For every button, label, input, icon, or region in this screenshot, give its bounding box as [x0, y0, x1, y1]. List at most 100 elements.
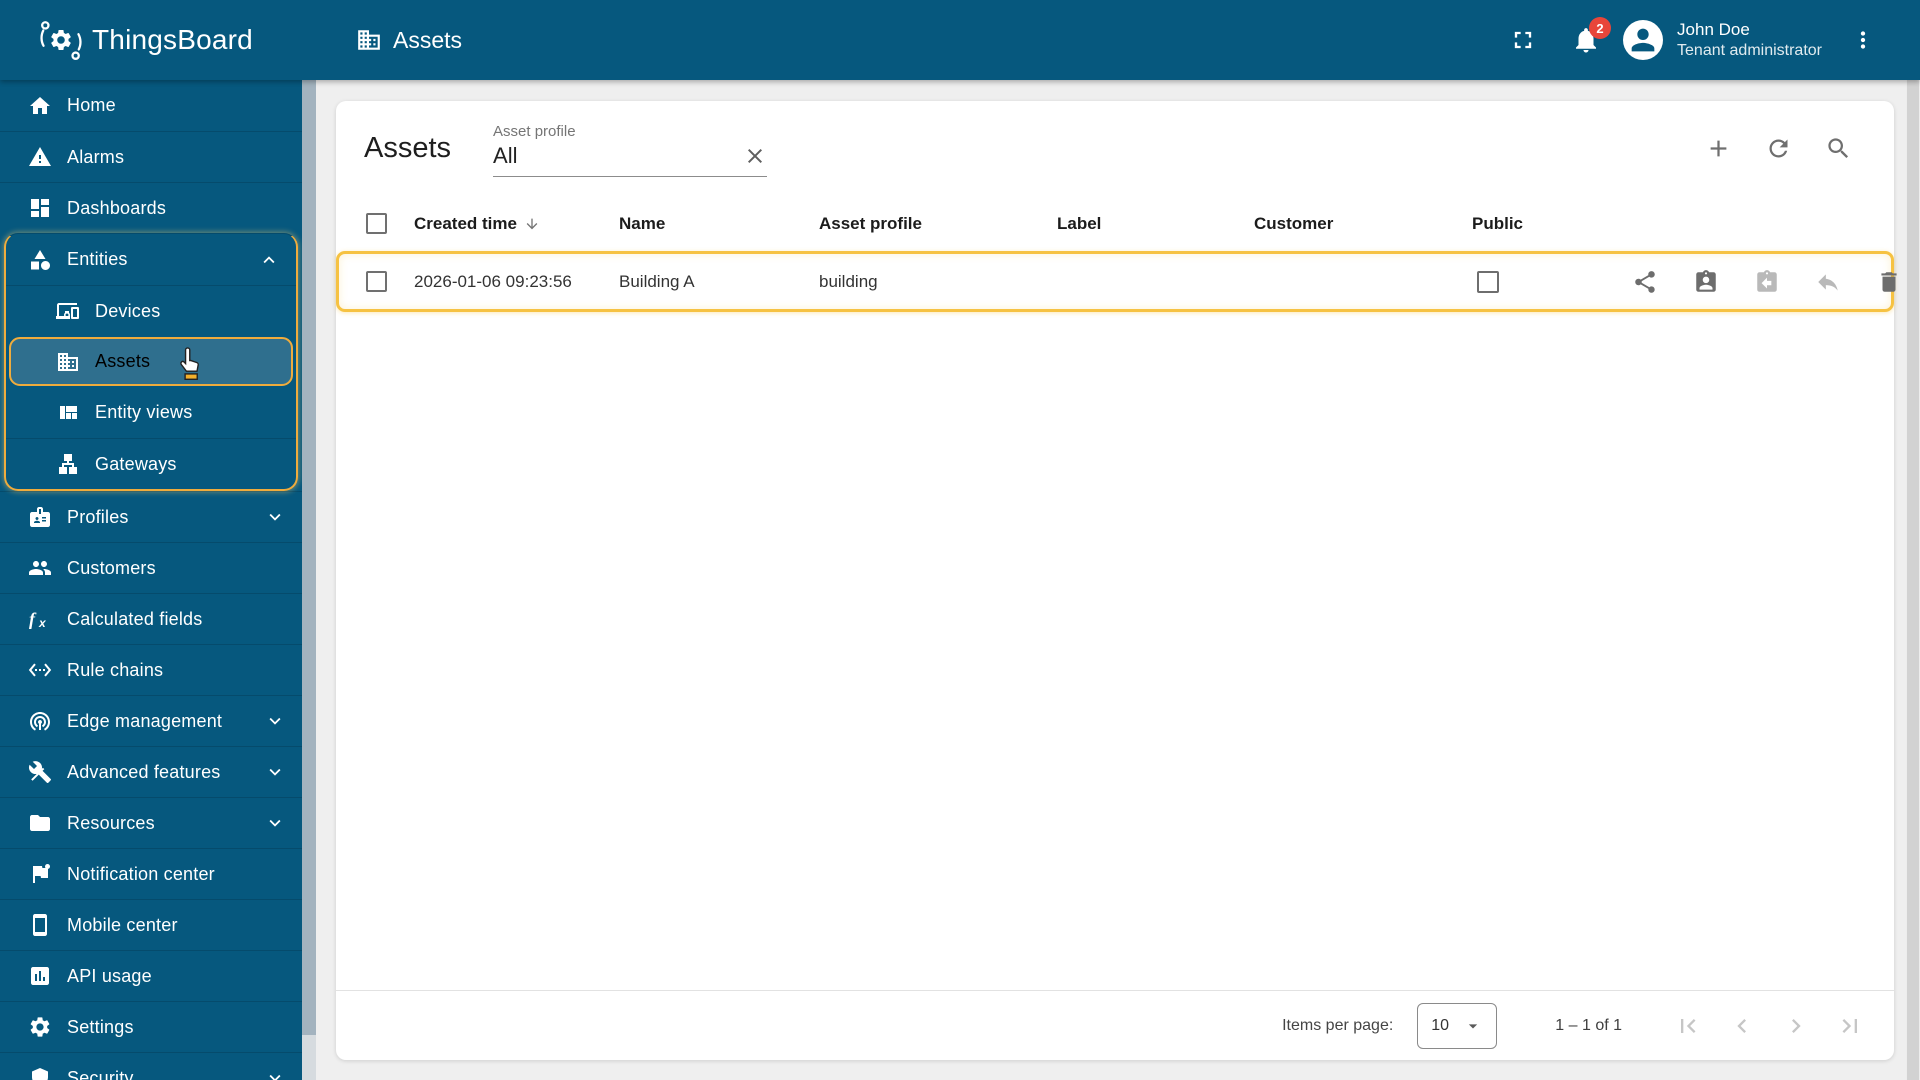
search-icon [1828, 138, 1849, 159]
fullscreen-icon [1514, 31, 1532, 49]
notifications-button[interactable]: 2 [1571, 17, 1612, 55]
sidebar-item-assets[interactable]: Assets [9, 337, 293, 386]
page-header: Assets [356, 27, 462, 54]
next-page-button [1782, 1012, 1810, 1040]
dropdown-arrow-icon [1469, 1023, 1478, 1028]
delete-button[interactable] [1876, 269, 1902, 295]
more-menu-button[interactable] [1850, 27, 1876, 53]
window-scrollbar[interactable] [1906, 80, 1920, 1080]
page-range-label: 1 – 1 of 1 [1555, 1016, 1622, 1034]
building-icon [358, 30, 380, 50]
sidebar-item-devices[interactable]: Devices [6, 285, 296, 336]
sidebar-item-label: Assets [95, 351, 151, 371]
sidebar-scrollbar[interactable] [302, 80, 316, 1080]
assignment-person-icon [1696, 269, 1716, 292]
sidebar-item-gateways[interactable]: Gateways [6, 438, 296, 489]
sidebar-item-alarms[interactable]: Alarms [0, 131, 302, 182]
column-header-name[interactable]: Name [619, 214, 819, 234]
sidebar-item-rule-chains[interactable]: Rule chains [0, 644, 302, 695]
column-header-label: Public [1472, 213, 1524, 233]
antenna-icon [28, 709, 52, 733]
pager-controls [1674, 1012, 1864, 1040]
topbar: ThingsBoard Assets 2 John Doe Tenant adm… [0, 0, 1920, 80]
svg-text:f: f [29, 609, 37, 629]
asset-profile-filter-label: Asset profile [493, 122, 576, 140]
user-role: Tenant administrator [1677, 41, 1822, 59]
brand[interactable]: ThingsBoard [0, 17, 316, 63]
column-header-label[interactable]: Label [1057, 214, 1254, 234]
sidebar-item-edge-management[interactable]: Edge management [0, 695, 302, 746]
sidebar: Home Alarms Dashboards Entities Devices … [0, 80, 316, 1080]
more-vert-icon [1860, 31, 1866, 49]
cell-asset-profile: building [819, 271, 878, 291]
column-header-label: Created time [414, 213, 517, 233]
assign-to-customer-button[interactable] [1693, 269, 1719, 295]
row-checkbox[interactable] [366, 271, 387, 292]
sidebar-item-entities[interactable]: Entities [6, 234, 296, 285]
plus-icon [1710, 140, 1727, 157]
sidebar-item-security[interactable]: Security [0, 1052, 302, 1080]
column-header-label: Asset profile [819, 213, 922, 233]
chevron-down-icon [264, 1067, 286, 1080]
entities-group-highlight: Entities Devices Assets Entity views Gat… [4, 233, 298, 491]
add-asset-button[interactable] [1705, 135, 1732, 162]
chevron-down-icon [264, 761, 286, 783]
column-header-label: Label [1057, 213, 1102, 233]
column-header-created-time[interactable]: Created time [414, 214, 619, 234]
sidebar-item-home[interactable]: Home [0, 80, 302, 131]
column-header-customer[interactable]: Customer [1254, 214, 1472, 234]
warning-icon [28, 145, 52, 169]
sidebar-item-label: Devices [95, 300, 161, 321]
window-scrollbar-thumb[interactable] [1907, 80, 1919, 1080]
sidebar-item-label: Calculated fields [67, 608, 203, 629]
select-all-checkbox[interactable] [366, 213, 387, 234]
sort-descending-icon[interactable] [524, 216, 540, 232]
lan-tree-icon [56, 452, 80, 476]
chevron-down-icon [264, 506, 286, 528]
fullscreen-button[interactable] [1509, 26, 1537, 54]
column-header-asset-profile[interactable]: Asset profile [819, 214, 1057, 234]
sidebar-item-notification-center[interactable]: Notification center [0, 848, 302, 899]
sidebar-item-advanced-features[interactable]: Advanced features [0, 746, 302, 797]
table-row[interactable]: 2026-01-06 09:23:56 Building A building [336, 251, 1897, 312]
sidebar-item-customers[interactable]: Customers [0, 542, 302, 593]
user-info[interactable]: John Doe Tenant administrator [1677, 19, 1822, 60]
badge-icon [28, 505, 52, 529]
gear-icon [28, 1015, 52, 1039]
sidebar-item-dashboards[interactable]: Dashboards [0, 182, 302, 233]
building-icon [56, 350, 80, 374]
clear-filter-button[interactable] [743, 144, 767, 168]
asset-profile-filter-value[interactable]: All [493, 143, 743, 169]
page-size-select[interactable]: 10 [1417, 1002, 1498, 1049]
avatar[interactable] [1623, 20, 1664, 60]
sidebar-item-mobile-center[interactable]: Mobile center [0, 899, 302, 950]
share-icon [1635, 270, 1655, 293]
assets-title: Assets [364, 132, 452, 164]
chevron-down-icon [264, 812, 286, 834]
search-button[interactable] [1825, 135, 1852, 162]
sidebar-item-calculated-fields[interactable]: fx Calculated fields [0, 593, 302, 644]
notifications-badge: 2 [1589, 17, 1612, 39]
sidebar-item-resources[interactable]: Resources [0, 797, 302, 848]
asset-profile-filter[interactable]: Asset profile All [493, 121, 768, 177]
refresh-button[interactable] [1765, 135, 1792, 162]
sidebar-item-label: Entity views [95, 402, 193, 422]
sidebar-item-api-usage[interactable]: API usage [0, 950, 302, 1001]
chart-icon [28, 964, 52, 988]
sidebar-item-label: Profiles [67, 506, 129, 527]
unassign-from-customer-button [1754, 269, 1780, 295]
make-public-share-button[interactable] [1632, 269, 1658, 295]
sidebar-item-label: Entities [67, 249, 128, 269]
sidebar-item-entity-views[interactable]: Entity views [6, 387, 296, 438]
sidebar-scrollbar-thumb[interactable] [302, 80, 316, 1035]
dashboard-icon [28, 196, 52, 220]
table-toolbar [1705, 135, 1868, 162]
sidebar-item-profiles[interactable]: Profiles [0, 491, 302, 542]
sidebar-item-label: Resources [67, 812, 155, 833]
page-title: Assets [393, 26, 463, 53]
last-page-icon [1842, 1018, 1857, 1033]
sidebar-item-settings[interactable]: Settings [0, 1001, 302, 1052]
chevron-up-icon [258, 249, 280, 271]
column-header-public[interactable]: Public [1472, 214, 1632, 234]
sidebar-item-label: Rule chains [67, 659, 164, 680]
